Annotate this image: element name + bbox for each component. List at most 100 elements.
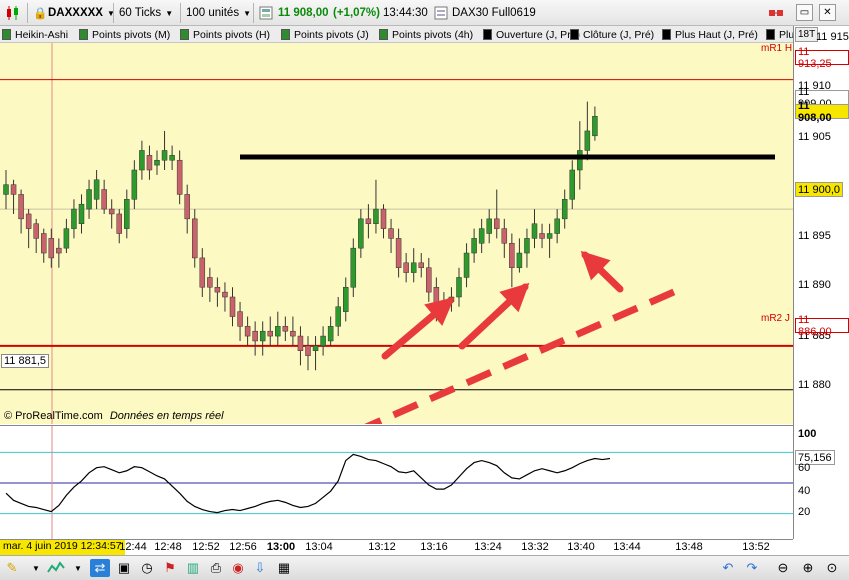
trade-icon[interactable]: ▥	[183, 559, 203, 577]
indicator-tab-plus-haut[interactable]: Plus Haut (J, Pré)	[662, 27, 758, 42]
ticks-selector[interactable]: 60 Ticks ▼	[119, 3, 173, 23]
candle-body	[501, 228, 508, 244]
bottom-toolbar: ✎ ▼ ▼ ⇄ ▣ ◷ ⚑ ▥ ⎙ ◉ ⇩ ▦ ↶ ↷ ⊖ ⊕ ⊙	[0, 555, 849, 580]
candle-body	[531, 223, 538, 239]
mr1-value-box: 11 913,25	[795, 46, 849, 70]
zoom-fit-icon[interactable]: ⊙	[822, 559, 842, 577]
calendar-icon[interactable]: ▦	[274, 559, 294, 577]
sync-icon[interactable]	[768, 3, 784, 23]
candle-body	[267, 330, 273, 337]
black-swatch-icon	[766, 29, 775, 40]
window-icon[interactable]: ▣	[114, 559, 134, 577]
dashed-trend-line	[364, 287, 678, 424]
candle-body	[373, 208, 379, 224]
indicator-tab-cloture[interactable]: Clôture (J, Pré)	[570, 27, 654, 42]
time-label: 12:44	[119, 541, 147, 553]
oscillator-pane[interactable]	[0, 425, 793, 540]
export-icon[interactable]: ⇩	[250, 559, 270, 577]
candle-body	[131, 169, 138, 200]
price-change: (+1,07%)	[333, 7, 380, 19]
candle-body	[584, 130, 591, 151]
indicator-tab-pivots-4h[interactable]: Points pivots (4h)	[379, 27, 473, 42]
close-button[interactable]: ✕	[819, 4, 836, 21]
mr2-label: mR2 J	[761, 313, 790, 324]
cursor-date-label: mar. 4 juin 2019 12:34:57	[0, 540, 125, 555]
candle-body	[86, 189, 92, 210]
chevron-down-icon[interactable]: ▼	[68, 559, 88, 577]
candle-body	[350, 247, 357, 288]
time-label: 12:48	[154, 541, 182, 553]
green-swatch-icon	[79, 29, 88, 40]
copyright-text: © ProRealTime.com Données en temps réel	[4, 410, 224, 422]
minimize-button[interactable]: ▭	[796, 4, 813, 21]
indicator-bar: Heikin-Ashi Points pivots (M) Points piv…	[0, 26, 793, 43]
time-axis[interactable]: mar. 4 juin 2019 12:34:57 12:44 12:48 12…	[0, 539, 793, 555]
clock-icon[interactable]: ◷	[137, 559, 157, 577]
chevron-down-icon[interactable]: ▼	[26, 559, 46, 577]
candle-body	[524, 238, 530, 254]
symbol-selector[interactable]: DAXXXXX ▼	[48, 3, 115, 23]
pencil-icon[interactable]: ✎	[2, 559, 22, 577]
mr2-value-box: 11 886,00	[795, 314, 849, 338]
candle-body	[10, 184, 17, 195]
zoom-in-icon[interactable]: ⊕	[798, 559, 818, 577]
ticks-label: 60 Ticks	[119, 7, 162, 19]
candle-body	[486, 218, 492, 234]
candle-body	[592, 116, 598, 137]
candle-body	[33, 223, 39, 239]
price-axis[interactable]: 18T 11 915 11 913,25 11 910 11 909,00 11…	[793, 26, 849, 539]
osc-label-40: 40	[798, 485, 811, 497]
candle-body	[456, 277, 462, 298]
candle-body	[154, 159, 160, 166]
indicator-tab-pivots-m[interactable]: Points pivots (M)	[79, 27, 170, 42]
indicator-tab-ouverture[interactable]: Ouverture (J, Pré)	[483, 27, 580, 42]
candle-body	[388, 228, 394, 239]
axis-label-11915: 11 915	[816, 31, 849, 43]
green-swatch-icon	[281, 29, 290, 40]
units-selector[interactable]: 100 unités ▼	[186, 3, 251, 23]
candle-body	[252, 330, 258, 342]
print-icon[interactable]: ⎙	[206, 559, 226, 577]
alert-icon[interactable]: ⚑	[160, 559, 180, 577]
time-label: 13:24	[474, 541, 502, 553]
share-icon[interactable]: ⇄	[90, 559, 110, 577]
candle-body	[410, 262, 417, 273]
screenshot-icon[interactable]: ◉	[228, 559, 248, 577]
zoom-out-icon[interactable]: ⊖	[773, 559, 793, 577]
symbol-label: DAXXXXX	[48, 7, 103, 19]
candle-body	[516, 252, 523, 268]
candle-body	[169, 155, 175, 161]
current-price-box: 11 908,00	[795, 100, 849, 124]
chart-type-icon[interactable]	[4, 3, 22, 23]
undo-icon[interactable]: ↶	[718, 559, 738, 577]
main-toolbar: 🔒 DAXXXXX ▼ 60 Ticks ▼ 100 unités ▼ 11 908,…	[0, 0, 849, 26]
candle-body	[297, 335, 304, 351]
candle-body	[577, 150, 583, 171]
candle-body	[139, 150, 145, 171]
candle-body	[312, 345, 319, 351]
last-price: 11 908,00	[278, 7, 329, 19]
indicator-tab-pivots-j[interactable]: Points pivots (J)	[281, 27, 369, 42]
time-label: 13:12	[368, 541, 396, 553]
indicator-tab-more[interactable]: Plu	[766, 27, 793, 42]
candle-body	[554, 218, 560, 234]
time-label: 13:00	[266, 541, 296, 553]
black-swatch-icon	[662, 29, 671, 40]
candle-body	[18, 194, 24, 220]
price-chart-pane[interactable]: mR1 H mR2 J 11 881,5 © ProRealTime.com D…	[0, 43, 793, 424]
candle-body	[463, 252, 470, 278]
indicator-tab-pivots-h[interactable]: Points pivots (H)	[180, 27, 270, 42]
candle-body	[229, 296, 236, 317]
lock-icon[interactable]: 🔒	[33, 3, 47, 23]
indicator-icon[interactable]	[46, 559, 66, 577]
indicator-tab-heikin-ashi[interactable]: Heikin-Ashi	[2, 27, 68, 42]
chevron-down-icon: ▼	[243, 8, 251, 18]
redo-icon[interactable]: ↷	[742, 559, 762, 577]
candle-body	[426, 267, 432, 293]
candle-body	[101, 189, 107, 210]
level-11900-box: 11 900,0	[795, 182, 844, 197]
osc-label-100: 100	[798, 428, 817, 440]
contract-name: DAX30 Full0619	[452, 7, 536, 19]
chevron-down-icon: ▼	[165, 8, 174, 18]
time-label: 13:16	[420, 541, 448, 553]
